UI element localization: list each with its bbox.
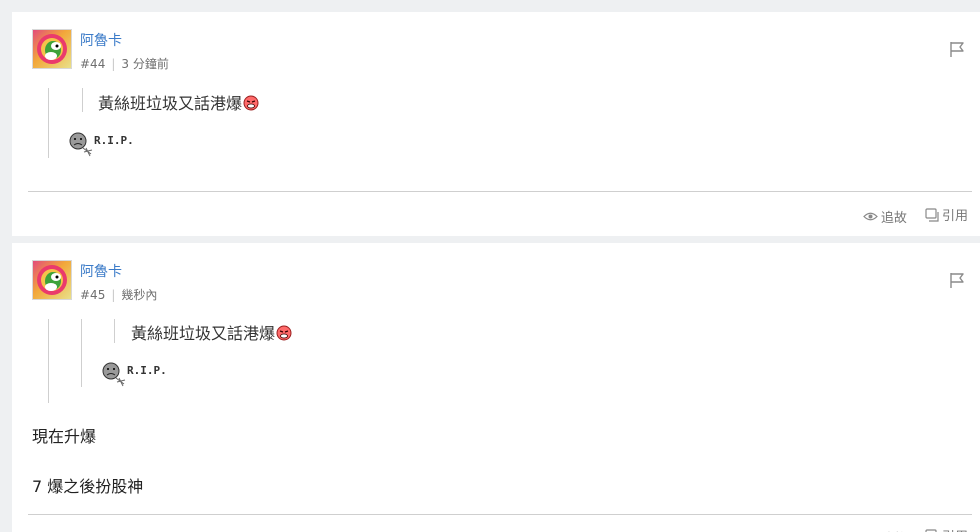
quote-inner-line bbox=[82, 88, 83, 112]
yoshi-avatar-icon bbox=[37, 265, 67, 295]
post-time: 幾秒內 bbox=[121, 288, 158, 302]
post-card: 阿魯卡 #44 | 3 分鐘前 黃絲班垃圾又話港爆 R.I.P. 追故 引用 bbox=[12, 12, 980, 236]
author-name[interactable]: 阿魯卡 bbox=[80, 30, 122, 50]
quoted-text-content: 黃絲班垃圾又話港爆 bbox=[131, 324, 276, 343]
post-divider bbox=[28, 514, 972, 515]
quote-label: 引用 bbox=[941, 209, 968, 224]
post-actions: 追故 引用 bbox=[849, 526, 968, 532]
follow-label: 追故 bbox=[881, 528, 907, 532]
post-divider bbox=[28, 191, 972, 192]
post-meta: #45 | 幾秒內 bbox=[80, 286, 157, 303]
quote-button[interactable]: 引用 bbox=[925, 205, 968, 224]
avatar[interactable] bbox=[32, 29, 72, 69]
post-body-line: 現在升爆 bbox=[32, 427, 97, 446]
rip-label: R.I.P. bbox=[127, 364, 167, 377]
quoted-text: 黃絲班垃圾又話港爆 bbox=[131, 320, 292, 344]
rip-sticker-icon: R.I.P. bbox=[69, 132, 134, 157]
quoted-text-content: 黃絲班垃圾又話港爆 bbox=[98, 94, 243, 113]
follow-button[interactable]: 追故 bbox=[862, 207, 907, 226]
author-name[interactable]: 阿魯卡 bbox=[80, 261, 122, 281]
post-number[interactable]: #45 bbox=[80, 288, 105, 302]
rip-label: R.I.P. bbox=[94, 134, 134, 147]
quote-button[interactable]: 引用 bbox=[925, 526, 968, 532]
quote-icon bbox=[925, 207, 939, 222]
angry-emoji-icon bbox=[276, 325, 292, 341]
follow-button[interactable]: 追故 bbox=[863, 528, 907, 532]
follow-label: 追故 bbox=[880, 210, 907, 226]
meta-separator: | bbox=[111, 57, 116, 71]
quoted-text: 黃絲班垃圾又話港爆 bbox=[98, 90, 259, 114]
post-meta: #44 | 3 分鐘前 bbox=[80, 55, 169, 72]
quote-inner-line bbox=[114, 319, 115, 343]
angry-emoji-icon bbox=[243, 95, 259, 111]
rip-sticker-icon: R.I.P. bbox=[102, 362, 167, 387]
eye-icon bbox=[862, 212, 878, 220]
post-time: 3 分鐘前 bbox=[121, 57, 169, 71]
quote-label: 引用 bbox=[942, 526, 968, 532]
post-card: 阿魯卡 #45 | 幾秒內 黃絲班垃圾又話港爆 R.I.P. 現在升爆 7 爆之… bbox=[12, 243, 980, 532]
thread-page: 阿魯卡 #44 | 3 分鐘前 黃絲班垃圾又話港爆 R.I.P. 追故 引用 阿… bbox=[0, 0, 980, 532]
yoshi-avatar-icon bbox=[37, 34, 67, 64]
post-number[interactable]: #44 bbox=[80, 57, 105, 71]
flag-icon[interactable] bbox=[948, 271, 966, 289]
post-body-line: 7 爆之後扮股神 bbox=[32, 477, 144, 496]
quote-outer-line bbox=[48, 88, 49, 158]
meta-separator: | bbox=[111, 288, 116, 302]
quote-middle-line bbox=[81, 319, 82, 387]
avatar[interactable] bbox=[32, 260, 72, 300]
flag-icon[interactable] bbox=[948, 40, 966, 58]
quote-icon bbox=[925, 528, 937, 532]
quote-outer-line bbox=[48, 319, 49, 403]
post-actions: 追故 引用 bbox=[849, 205, 968, 226]
